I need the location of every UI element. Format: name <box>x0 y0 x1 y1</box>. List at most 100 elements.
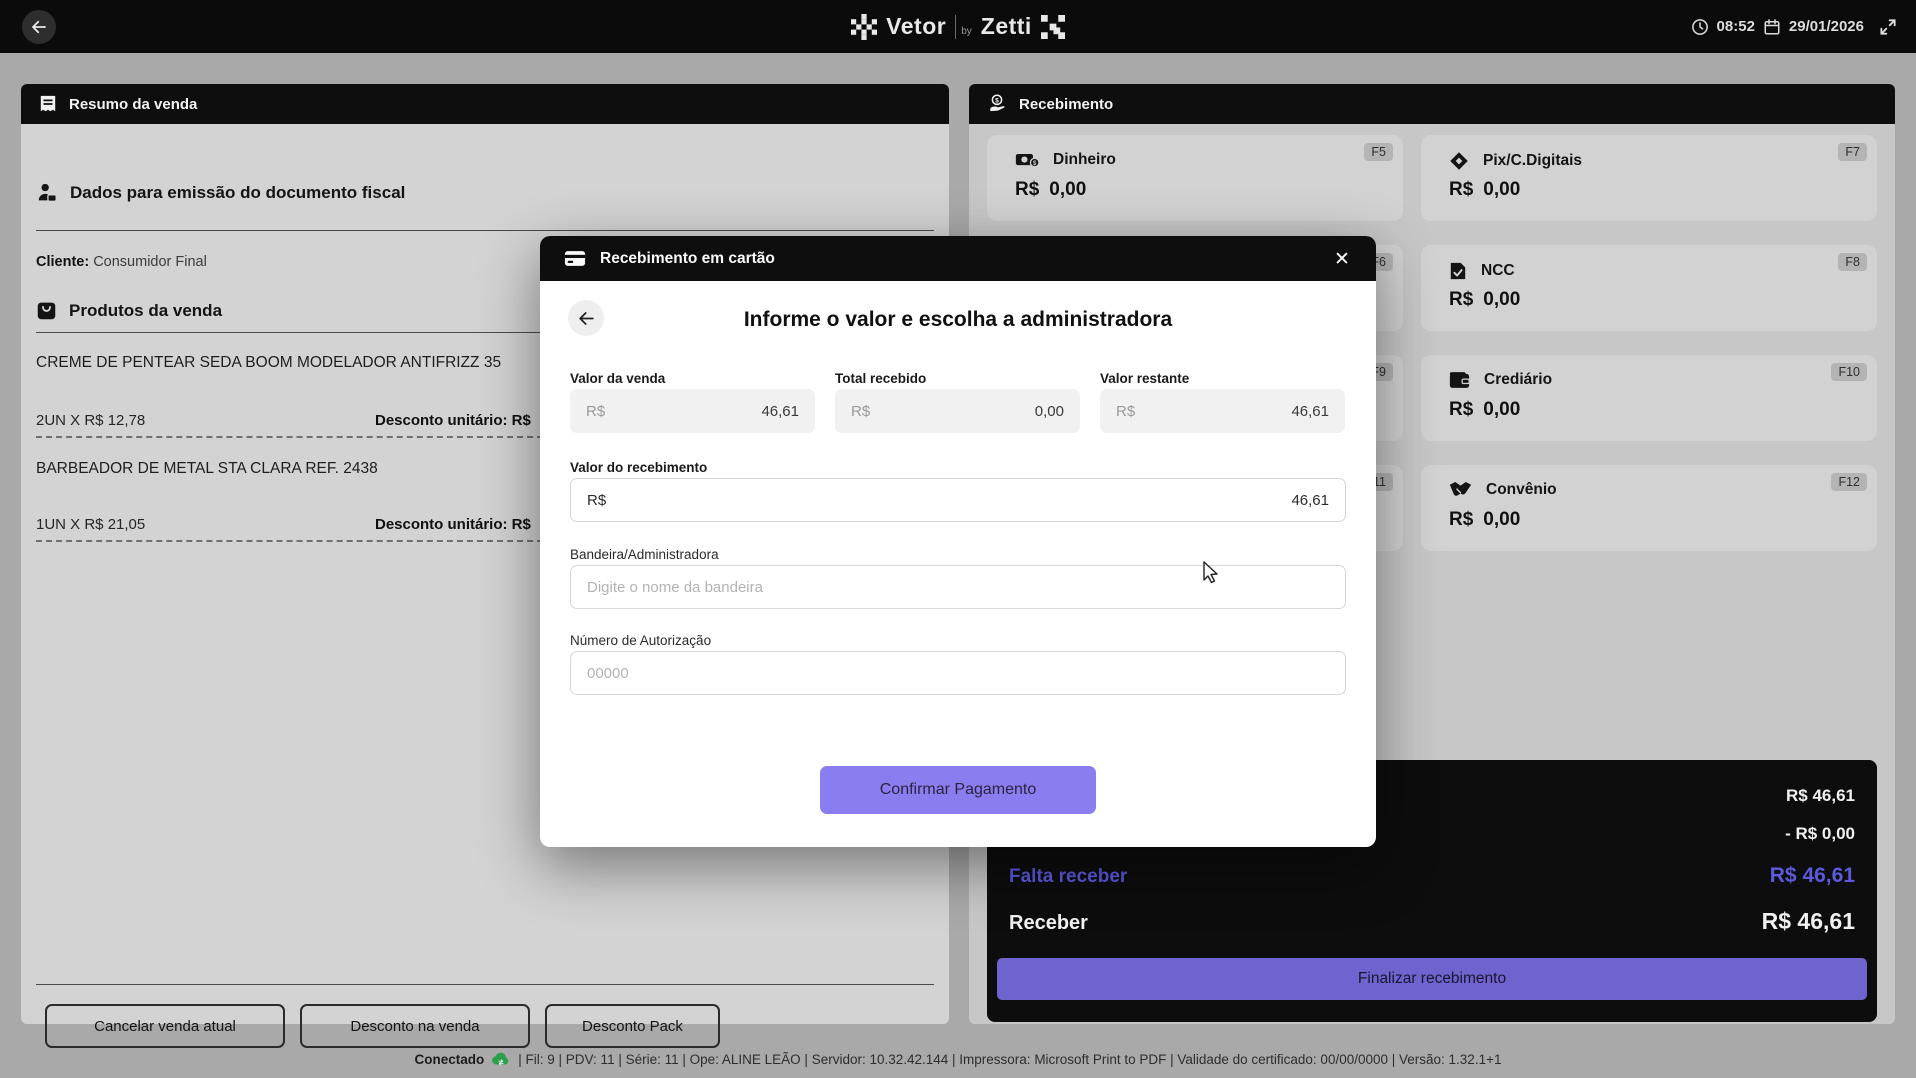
total-recebido-label: Total recebido <box>835 371 927 386</box>
bandeira-input[interactable] <box>570 565 1346 609</box>
amount-currency: R$ <box>1449 509 1474 530</box>
fkey-badge: F5 <box>1364 143 1393 161</box>
clock-time: 08:52 <box>1716 18 1755 35</box>
falta-receber-value: R$ 46,61 <box>1769 864 1855 887</box>
fkey-badge: F7 <box>1838 143 1867 161</box>
valor-recebimento-field[interactable]: R$ 46,61 <box>570 478 1346 522</box>
valor-recebimento-label: Valor do recebimento <box>570 460 708 475</box>
brand-suffix: Zetti <box>980 13 1032 39</box>
status-info: | Fil: 9 | PDV: 11 | Série: 11 | Ope: AL… <box>518 1051 1502 1067</box>
falta-receber-label: Falta receber <box>1009 866 1128 887</box>
brand-separator <box>955 14 957 39</box>
amount-currency: R$ <box>1015 179 1040 200</box>
product-discount: Desconto unitário: R$ <box>375 516 531 533</box>
modal-subtitle: Informe o valor e escolha a administrado… <box>743 308 1173 331</box>
payment-method-name: Pix/C.Digitais <box>1483 152 1583 169</box>
valor-venda-field: R$ 46,61 <box>570 389 815 433</box>
products-section-title: Produtos da venda <box>69 300 223 320</box>
product-discount: Desconto unitário: R$ <box>375 412 531 429</box>
payment-method-name: Dinheiro <box>1053 151 1116 168</box>
fiscal-section-title-row: Dados para emissão do documento fiscal <box>36 182 405 204</box>
total-recebido-value: 0,00 <box>1034 402 1064 420</box>
payment-method-crediario[interactable]: Crediário R$ 0,00 F10 <box>1421 355 1877 441</box>
confirm-payment-button[interactable]: Confirmar Pagamento <box>820 766 1096 814</box>
amount-value: 0,00 <box>1483 289 1521 310</box>
amount-value: 0,00 <box>1049 179 1087 200</box>
client-value: Consumidor Final <box>93 254 207 270</box>
cloud-sync-icon <box>492 1052 509 1065</box>
pos-screen: Vetor by Zetti 08:52 29/01/2026 Resumo d… <box>0 0 1916 1078</box>
shopping-bag-icon <box>37 302 56 320</box>
status-bar: Conectado | Fil: 9 | PDV: 11 | Série: 11… <box>0 1040 1916 1078</box>
topbar-clock-area: 08:52 29/01/2026 <box>1691 0 1898 53</box>
brand-by: by <box>961 26 972 37</box>
modal-title: Recebimento em cartão <box>600 249 775 267</box>
payment-method-name: Crediário <box>1484 371 1553 388</box>
connection-status: Conectado <box>414 1051 485 1067</box>
amount-value: 0,00 <box>1483 179 1521 200</box>
sale-summary-header: Resumo da venda <box>21 84 949 124</box>
fkey-badge: F12 <box>1831 473 1867 491</box>
date-value: 29/01/2026 <box>1788 18 1864 35</box>
receber-label: Receber <box>1009 912 1088 934</box>
currency-prefix: R$ <box>851 402 871 420</box>
hand-money-icon: $ <box>990 94 1005 112</box>
total-recebido-field: R$ 0,00 <box>835 389 1080 433</box>
currency-prefix: R$ <box>586 402 606 420</box>
valor-restante-value: 46,61 <box>1291 402 1329 420</box>
payment-panel-header: $ Recebimento <box>969 84 1895 124</box>
top-bar: Vetor by Zetti 08:52 29/01/2026 <box>0 0 1916 53</box>
clock-icon <box>1691 18 1708 35</box>
currency-prefix: R$ <box>1116 402 1136 420</box>
brand-word: Vetor <box>886 13 947 39</box>
total-discount-value: - R$ 0,00 <box>1785 824 1855 843</box>
wallet-icon <box>1449 372 1470 388</box>
payment-method-ncc[interactable]: NCC R$ 0,00 F8 <box>1421 245 1877 331</box>
receber-value: R$ 46,61 <box>1761 908 1855 934</box>
valor-restante-label: Valor restante <box>1100 371 1190 386</box>
card-payment-modal: Recebimento em cartão ✕ Informe o valor … <box>540 236 1376 847</box>
payment-method-convenio[interactable]: Convênio R$ 0,00 F12 <box>1421 465 1877 551</box>
pix-icon <box>1450 152 1468 170</box>
amount-currency: R$ <box>1449 289 1474 310</box>
sale-summary-title: Resumo da venda <box>69 95 198 113</box>
receipt-icon <box>40 95 56 112</box>
product-qty: 1UN X R$ 21,05 <box>36 516 146 533</box>
autorizacao-input[interactable] <box>570 651 1346 695</box>
payment-panel-title: Recebimento <box>1019 95 1114 113</box>
amount-value: 0,00 <box>1483 509 1521 530</box>
modal-header: Recebimento em cartão <box>540 236 1376 281</box>
valor-restante-field: R$ 46,61 <box>1100 389 1345 433</box>
zetti-logo-icon <box>1040 14 1065 39</box>
payment-method-dinheiro[interactable]: $ Dinheiro R$ 0,00 F5 <box>987 135 1403 221</box>
currency-prefix: R$ <box>587 491 607 509</box>
brand: Vetor by Zetti <box>0 0 1916 53</box>
valor-venda-value: 46,61 <box>761 402 799 420</box>
divider <box>36 984 934 985</box>
bandeira-label: Bandeira/Administradora <box>570 547 719 562</box>
amount-currency: R$ <box>1449 399 1474 420</box>
modal-close-button[interactable]: ✕ <box>1330 247 1354 271</box>
cash-icon: $ <box>1015 154 1039 168</box>
handshake-icon <box>1449 482 1472 496</box>
person-document-icon <box>38 183 57 202</box>
payment-method-name: NCC <box>1481 262 1515 279</box>
credit-card-icon <box>564 251 586 266</box>
products-section-title-row: Produtos da venda <box>36 300 222 321</box>
svg-text:$: $ <box>995 97 999 104</box>
fkey-badge: F8 <box>1838 253 1867 271</box>
client-label: Cliente: <box>36 254 90 270</box>
valor-recebimento-value: 46,61 <box>1291 491 1329 509</box>
fullscreen-icon[interactable] <box>1878 17 1898 37</box>
finalize-payment-button[interactable]: Finalizar recebimento <box>997 958 1867 1000</box>
calendar-icon <box>1764 18 1780 34</box>
amount-value: 0,00 <box>1483 399 1521 420</box>
divider <box>36 230 934 231</box>
document-check-icon <box>1450 262 1466 280</box>
amount-currency: R$ <box>1449 179 1474 200</box>
fkey-badge: F10 <box>1831 363 1867 381</box>
valor-venda-label: Valor da venda <box>570 371 666 386</box>
autorizacao-label: Número de Autorização <box>570 633 712 648</box>
payment-method-pix[interactable]: Pix/C.Digitais R$ 0,00 F7 <box>1421 135 1877 221</box>
total-sale-value: R$ 46,61 <box>1786 786 1855 805</box>
